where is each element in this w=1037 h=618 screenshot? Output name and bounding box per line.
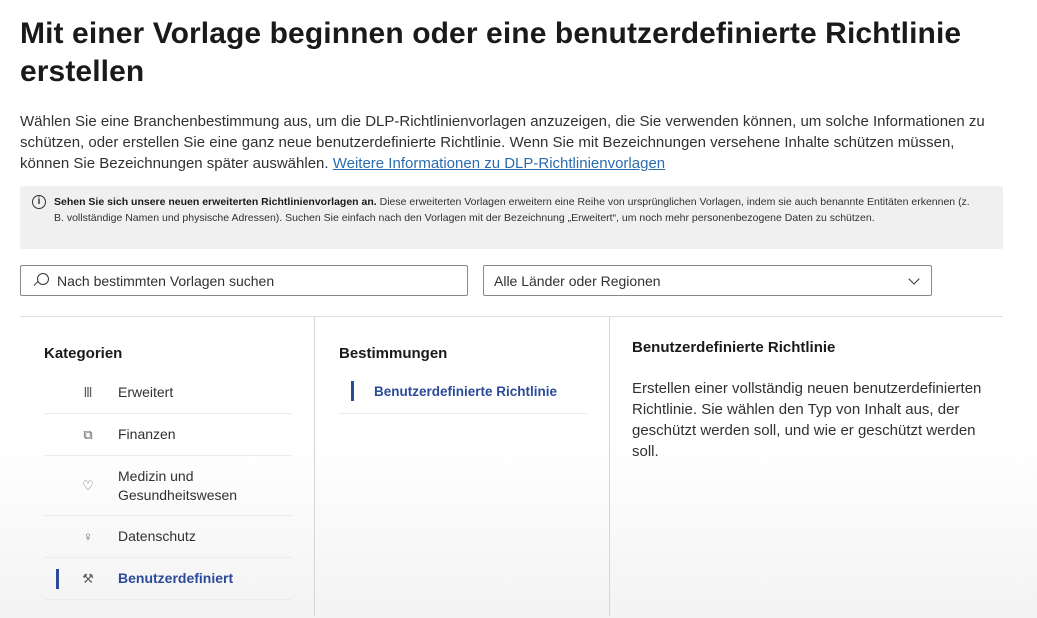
regulations-pane: Bestimmungen Benutzerdefinierte Richtlin… (315, 317, 610, 616)
wrench-icon: ⚒ (82, 570, 94, 586)
category-item-datenschutz[interactable]: ♀ Datenschutz (44, 516, 292, 558)
categories-pane: Kategorien Ⅲ Erweitert ⧉ Finanzen ♡ Medi… (20, 317, 315, 616)
chevron-down-icon (908, 272, 920, 285)
cards-icon: ⧉ (83, 426, 93, 442)
search-icon (33, 272, 49, 289)
regulations-heading: Bestimmungen (339, 345, 448, 362)
heart-pulse-icon: ♡ (82, 477, 94, 493)
filter-bar: Alle Länder oder Regionen (20, 265, 1003, 296)
info-icon: i (32, 195, 46, 209)
details-description: Erstellen einer vollständig neuen benutz… (632, 380, 982, 460)
person-shield-icon: ♀ (83, 528, 93, 544)
category-list: Ⅲ Erweitert ⧉ Finanzen ♡ Medizin und Ges… (44, 372, 292, 600)
category-label: Benutzerdefiniert (118, 570, 234, 586)
category-label: Datenschutz (118, 528, 196, 544)
search-box[interactable] (20, 265, 468, 296)
category-item-finanzen[interactable]: ⧉ Finanzen (44, 414, 292, 456)
category-item-benutzerdefiniert[interactable]: ⚒ Benutzerdefiniert (44, 558, 292, 600)
regulation-item-custom-policy[interactable]: Benutzerdefinierte Richtlinie (339, 376, 587, 414)
region-selected-value: Alle Länder oder Regionen (494, 272, 661, 289)
category-label: Medizin und Gesundheitswesen (118, 467, 238, 503)
banner-title: Sehen Sie sich unsere neuen erweiterten … (54, 196, 377, 208)
library-icon: Ⅲ (83, 384, 93, 400)
learn-more-link[interactable]: Weitere Informationen zu DLP-Richtlinien… (333, 155, 665, 172)
category-item-medizin[interactable]: ♡ Medizin und Gesundheitswesen (44, 456, 292, 516)
region-dropdown[interactable]: Alle Länder oder Regionen (483, 265, 932, 296)
details-pane: Benutzerdefinierte Richtlinie Erstellen … (610, 317, 1003, 616)
regulation-list: Benutzerdefinierte Richtlinie (339, 376, 587, 414)
categories-heading: Kategorien (44, 345, 123, 362)
category-item-erweitert[interactable]: Ⅲ Erweitert (44, 372, 292, 414)
intro-text: Wählen Sie eine Branchenbestimmung aus, … (20, 111, 1003, 174)
page: Mit einer Vorlage beginnen oder eine ben… (20, 0, 1003, 616)
category-label: Erweitert (118, 384, 174, 400)
details-title: Benutzerdefinierte Richtlinie (632, 339, 836, 356)
category-label: Finanzen (118, 426, 176, 442)
info-banner: i Sehen Sie sich unsere neuen erweiterte… (20, 186, 1003, 249)
search-input[interactable] (57, 272, 437, 289)
page-title: Mit einer Vorlage beginnen oder eine ben… (20, 17, 962, 88)
template-browser: Kategorien Ⅲ Erweitert ⧉ Finanzen ♡ Medi… (20, 316, 1003, 616)
